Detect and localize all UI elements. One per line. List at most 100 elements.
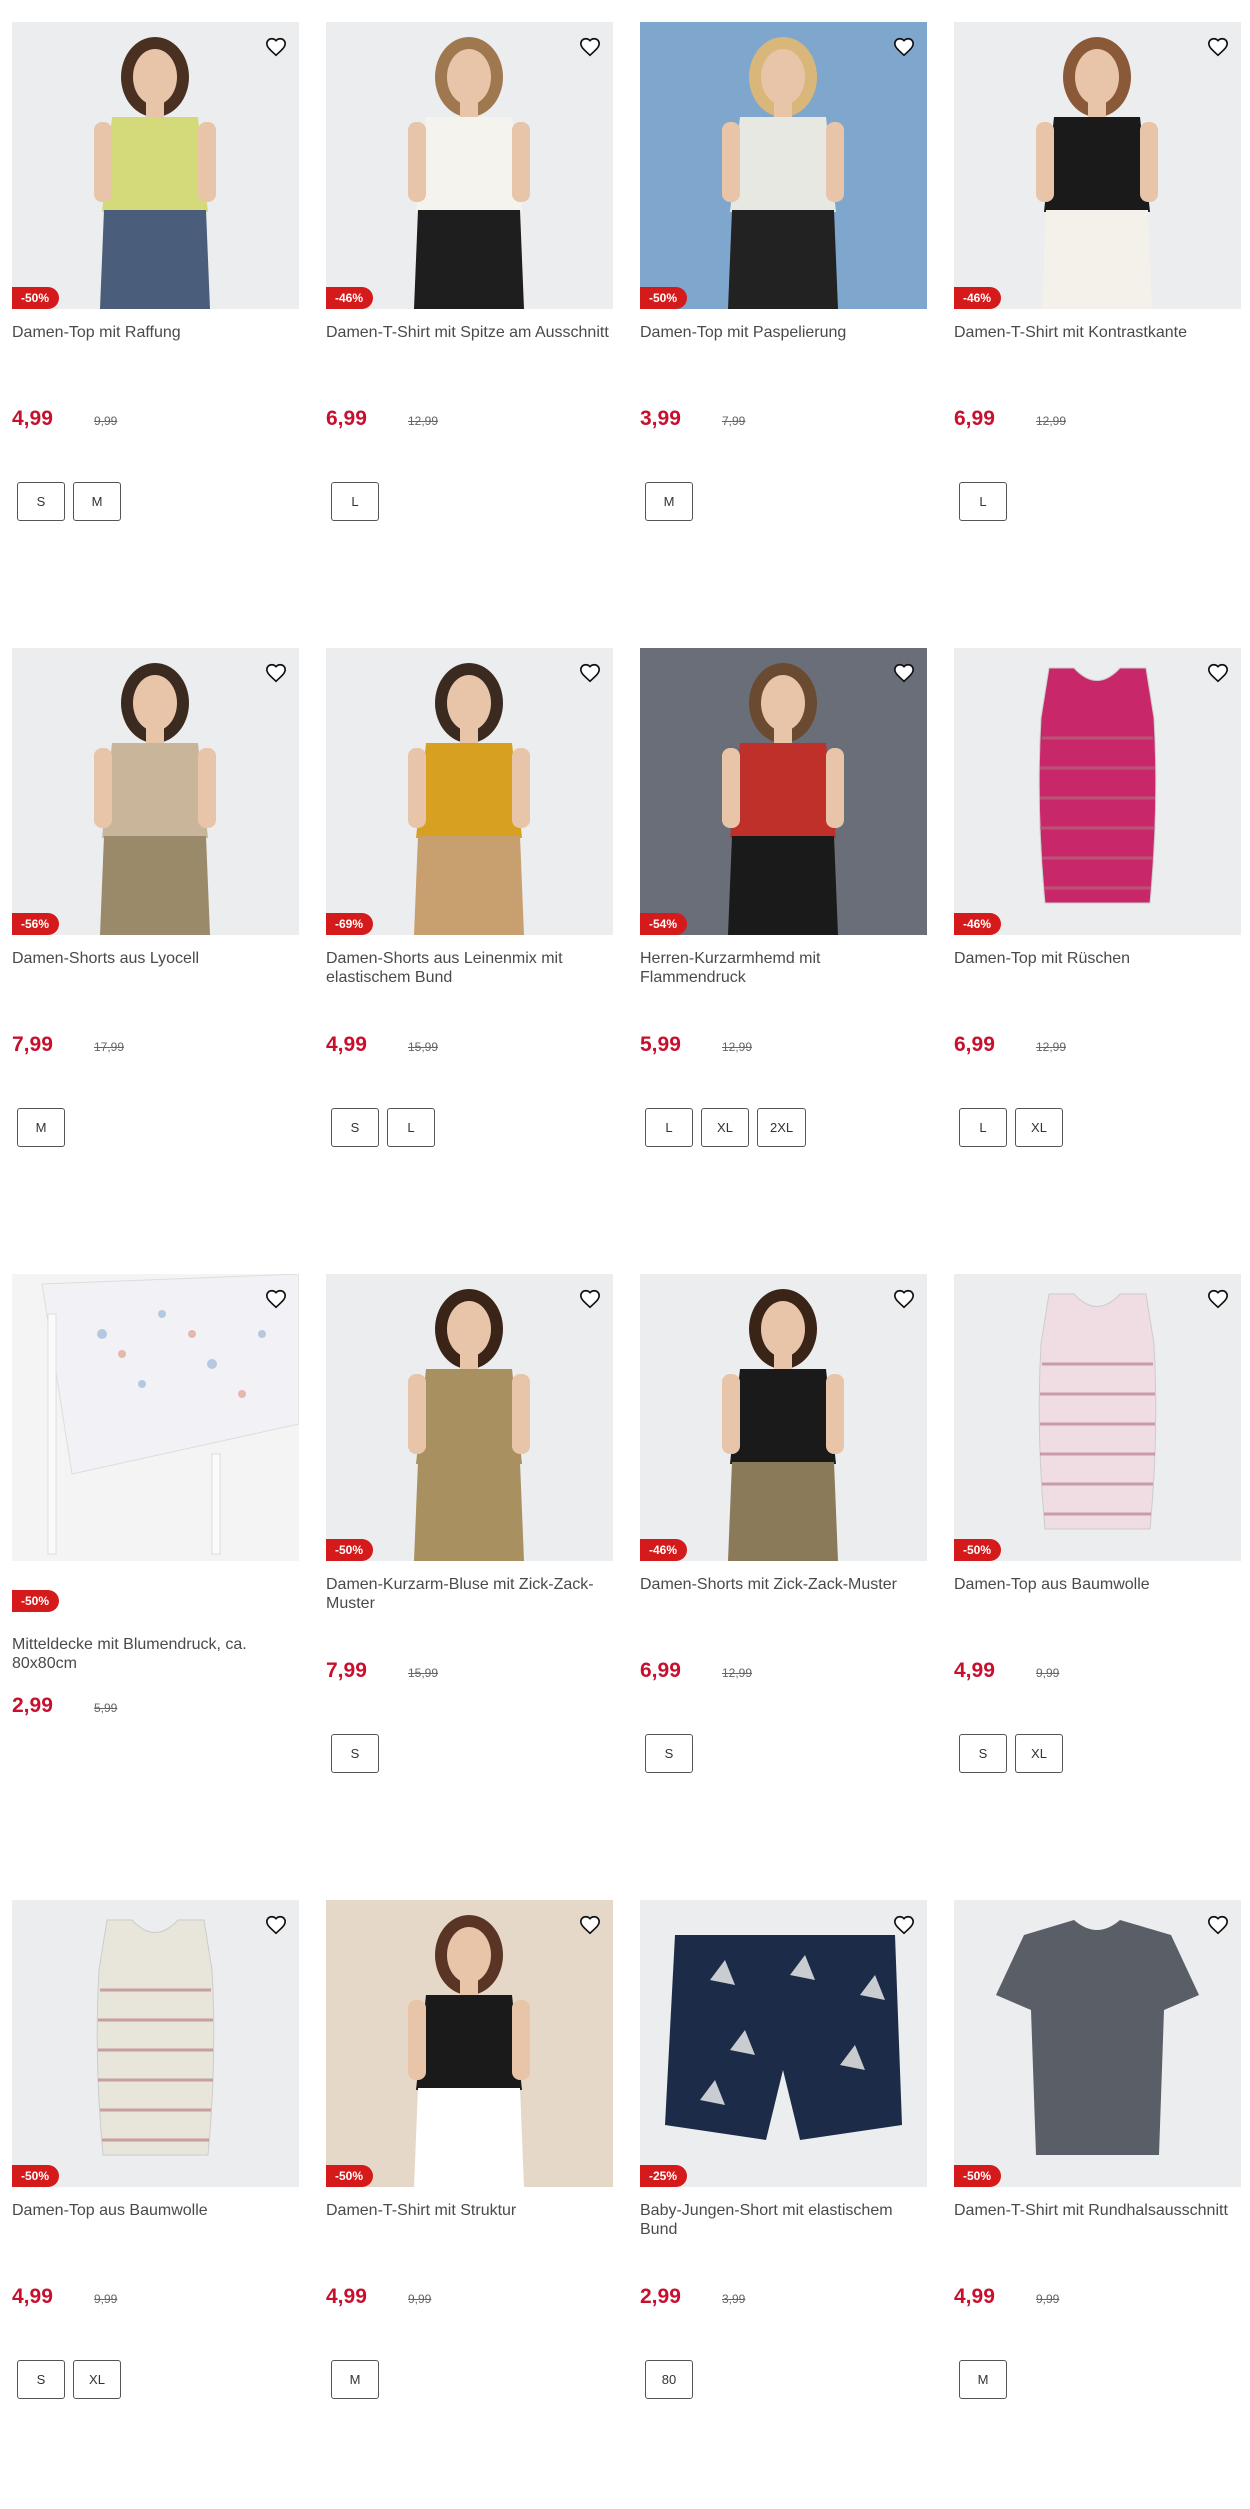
product-card[interactable]: -56% Damen-Shorts aus Lyocell 7,99 17,99… xyxy=(12,648,299,1147)
product-card[interactable]: -50% Damen-T-Shirt mit Struktur 4,99 9,9… xyxy=(326,1900,613,2399)
product-image[interactable]: -25% xyxy=(640,1900,927,2187)
wishlist-heart-icon[interactable] xyxy=(1203,1910,1233,1940)
size-option[interactable]: L xyxy=(331,482,379,521)
size-option[interactable]: L xyxy=(645,1108,693,1147)
wishlist-heart-icon[interactable] xyxy=(1203,1284,1233,1314)
product-old-price: 12,99 xyxy=(722,1666,753,1680)
product-image[interactable]: -46% xyxy=(326,22,613,309)
product-image[interactable]: -69% xyxy=(326,648,613,935)
product-image[interactable]: -46% xyxy=(954,22,1241,309)
product-image[interactable]: -46% xyxy=(640,1274,927,1561)
size-option[interactable]: M xyxy=(959,2360,1007,2399)
product-image[interactable]: -46% xyxy=(954,648,1241,935)
product-name[interactable]: Damen-Shorts aus Leinenmix mit elastisch… xyxy=(326,949,613,987)
size-option[interactable]: XL xyxy=(1015,1734,1063,1773)
wishlist-heart-icon[interactable] xyxy=(889,658,919,688)
product-old-price: 9,99 xyxy=(94,2292,118,2306)
product-name[interactable]: Damen-Top aus Baumwolle xyxy=(954,1575,1241,1594)
size-option[interactable]: S xyxy=(331,1108,379,1147)
product-name[interactable]: Damen-Kurzarm-Bluse mit Zick-Zack-Muster xyxy=(326,1575,613,1613)
product-price: 6,99 xyxy=(954,1033,995,1056)
product-card[interactable]: -50% Damen-Kurzarm-Bluse mit Zick-Zack-M… xyxy=(326,1274,613,1773)
product-card[interactable]: -46% Damen-Top mit Rüschen 6,99 12,99 L XL xyxy=(954,648,1241,1147)
discount-badge: -50% xyxy=(640,287,688,309)
product-card[interactable]: -69% Damen-Shorts aus Leinenmix mit elas… xyxy=(326,648,613,1147)
size-option[interactable]: S xyxy=(959,1734,1007,1773)
product-card[interactable]: -46% Damen-Shorts mit Zick-Zack-Muster 6… xyxy=(640,1274,927,1773)
size-option[interactable]: L xyxy=(959,1108,1007,1147)
wishlist-heart-icon[interactable] xyxy=(575,32,605,62)
product-old-price: 9,99 xyxy=(1036,2292,1060,2306)
product-name[interactable]: Damen-Top mit Raffung xyxy=(12,323,299,342)
wishlist-heart-icon[interactable] xyxy=(575,1284,605,1314)
size-selector: 80 xyxy=(645,2360,693,2399)
discount-badge: -50% xyxy=(12,1590,60,1612)
size-option[interactable]: M xyxy=(17,1108,65,1147)
size-option[interactable]: M xyxy=(73,482,121,521)
product-image[interactable]: -50% xyxy=(12,22,299,309)
wishlist-heart-icon[interactable] xyxy=(889,32,919,62)
wishlist-heart-icon[interactable] xyxy=(261,658,291,688)
product-name[interactable]: Damen-Top aus Baumwolle xyxy=(12,2201,299,2220)
wishlist-heart-icon[interactable] xyxy=(889,1910,919,1940)
product-card[interactable]: -54% Herren-Kurzarmhemd mit Flammendruck… xyxy=(640,648,927,1147)
wishlist-heart-icon[interactable] xyxy=(575,658,605,688)
product-image[interactable]: -50% xyxy=(12,1900,299,2187)
product-price: 4,99 xyxy=(12,2285,53,2308)
size-option[interactable]: 80 xyxy=(645,2360,693,2399)
product-name[interactable]: Damen-Top mit Paspelierung xyxy=(640,323,927,342)
product-card[interactable]: -50% Damen-Top mit Raffung 4,99 9,99 S M xyxy=(12,22,299,521)
product-name[interactable]: Mitteldecke mit Blumendruck, ca. 80x80cm xyxy=(12,1635,299,1673)
wishlist-heart-icon[interactable] xyxy=(575,1910,605,1940)
product-image[interactable]: -50% xyxy=(640,22,927,309)
size-option[interactable]: L xyxy=(387,1108,435,1147)
product-card[interactable]: -46% Damen-T-Shirt mit Spitze am Ausschn… xyxy=(326,22,613,521)
product-card[interactable]: -50% Mitteldecke mit Blumendruck, ca. 80x… xyxy=(12,1274,299,1717)
product-image[interactable] xyxy=(12,1274,299,1561)
product-old-price: 7,99 xyxy=(722,414,746,428)
size-option[interactable]: S xyxy=(17,2360,65,2399)
wishlist-heart-icon[interactable] xyxy=(261,1284,291,1314)
wishlist-heart-icon[interactable] xyxy=(1203,32,1233,62)
product-image[interactable]: -54% xyxy=(640,648,927,935)
size-option[interactable]: M xyxy=(645,482,693,521)
product-image[interactable]: -50% xyxy=(954,1900,1241,2187)
product-card[interactable]: -50% Damen-Top mit Paspelierung 3,99 7,9… xyxy=(640,22,927,521)
size-option[interactable]: M xyxy=(331,2360,379,2399)
discount-badge: -46% xyxy=(954,913,1002,935)
product-name[interactable]: Damen-T-Shirt mit Kontrastkante xyxy=(954,323,1241,342)
product-name[interactable]: Damen-Shorts mit Zick-Zack-Muster xyxy=(640,1575,927,1594)
product-name[interactable]: Baby-Jungen-Short mit elastischem Bund xyxy=(640,2201,927,2239)
product-name[interactable]: Damen-T-Shirt mit Rundhalsausschnitt xyxy=(954,2201,1241,2220)
size-option[interactable]: L xyxy=(959,482,1007,521)
product-old-price: 12,99 xyxy=(722,1040,753,1054)
size-option[interactable]: XL xyxy=(1015,1108,1063,1147)
wishlist-heart-icon[interactable] xyxy=(261,32,291,62)
size-option[interactable]: S xyxy=(17,482,65,521)
product-image[interactable]: -56% xyxy=(12,648,299,935)
product-card[interactable]: -50% Damen-T-Shirt mit Rundhalsausschnit… xyxy=(954,1900,1241,2399)
size-option[interactable]: S xyxy=(645,1734,693,1773)
product-card[interactable]: -50% Damen-Top aus Baumwolle 4,99 9,99 S X… xyxy=(12,1900,299,2399)
product-name[interactable]: Damen-T-Shirt mit Spitze am Ausschnitt xyxy=(326,323,613,342)
product-name[interactable]: Herren-Kurzarmhemd mit Flammendruck xyxy=(640,949,927,987)
product-price: 6,99 xyxy=(640,1659,681,1682)
product-image[interactable]: -50% xyxy=(326,1900,613,2187)
product-name[interactable]: Damen-T-Shirt mit Struktur xyxy=(326,2201,613,2220)
wishlist-heart-icon[interactable] xyxy=(1203,658,1233,688)
product-image[interactable]: -50% xyxy=(326,1274,613,1561)
size-option[interactable]: S xyxy=(331,1734,379,1773)
discount-badge: -50% xyxy=(954,2165,1002,2187)
product-card[interactable]: -50% Damen-Top aus Baumwolle 4,99 9,99 S X… xyxy=(954,1274,1241,1773)
size-option[interactable]: XL xyxy=(701,1108,749,1147)
product-name[interactable]: Damen-Shorts aus Lyocell xyxy=(12,949,299,968)
product-card[interactable]: -46% Damen-T-Shirt mit Kontrastkante 6,9… xyxy=(954,22,1241,521)
size-option[interactable]: 2XL xyxy=(757,1108,807,1147)
wishlist-heart-icon[interactable] xyxy=(261,1910,291,1940)
product-card[interactable]: -25% Baby-Jungen-Short mit elastischem B… xyxy=(640,1900,927,2399)
wishlist-heart-icon[interactable] xyxy=(889,1284,919,1314)
product-image[interactable]: -50% xyxy=(954,1274,1241,1561)
product-name[interactable]: Damen-Top mit Rüschen xyxy=(954,949,1241,968)
size-selector: M xyxy=(331,2360,379,2399)
size-option[interactable]: XL xyxy=(73,2360,121,2399)
